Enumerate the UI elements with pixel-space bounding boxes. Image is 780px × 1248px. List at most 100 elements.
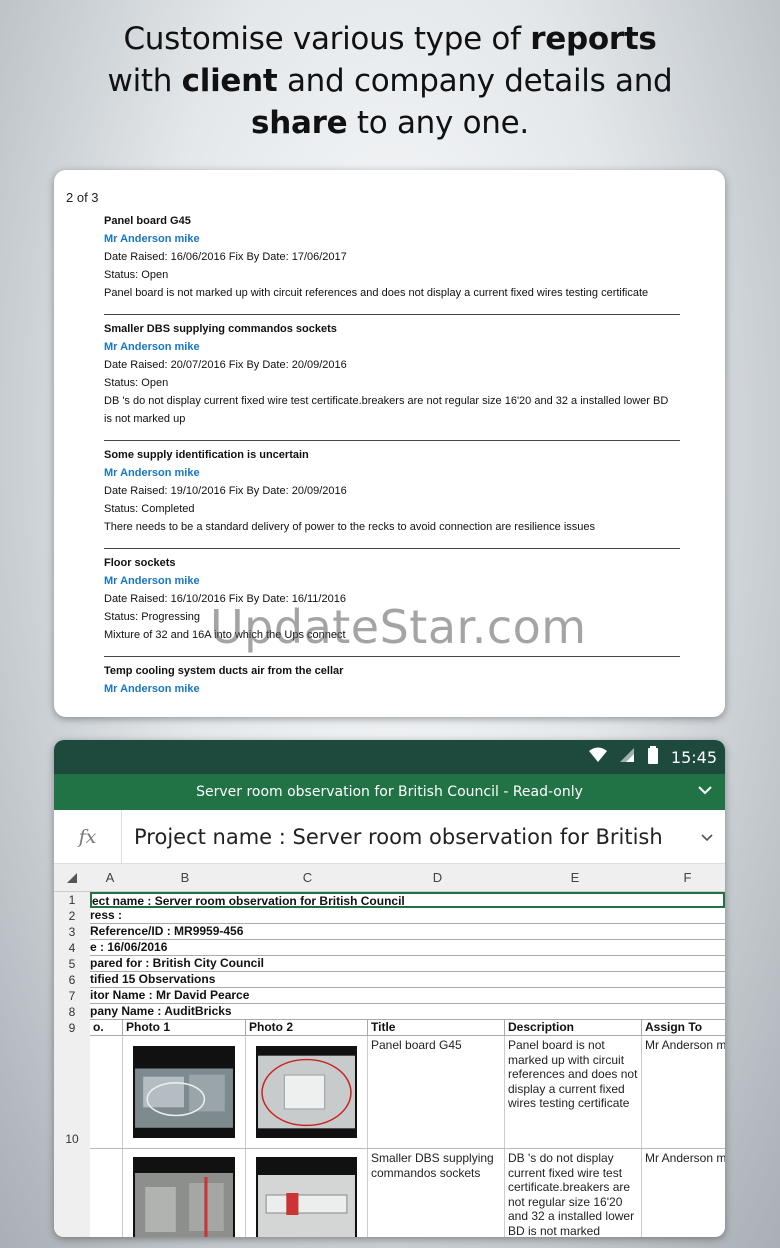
headline-bold: reports xyxy=(530,21,657,57)
wifi-icon xyxy=(588,747,607,768)
cell-title[interactable]: Panel board G45 xyxy=(367,1036,504,1148)
cell-auditor[interactable]: itor Name : Mr David Pearce xyxy=(90,988,725,1004)
select-all-corner[interactable] xyxy=(54,864,90,891)
cell-assign-to[interactable]: Mr Anderson m xyxy=(641,1036,725,1148)
clock: 15:45 xyxy=(670,747,717,767)
divider xyxy=(104,548,680,549)
observation-title: Panel board G45 xyxy=(104,215,191,227)
cell-photo1[interactable] xyxy=(122,1149,245,1237)
formula-value[interactable]: Project name : Server room observation f… xyxy=(122,825,689,849)
observation-dates: Date Raised: 19/10/2016 Fix By Date: 20/… xyxy=(104,485,347,497)
cell-description[interactable]: DB 's do not display current fixed wire … xyxy=(504,1149,641,1237)
cell-reference[interactable]: Reference/ID : MR9959-456 xyxy=(90,924,725,940)
chevron-down-icon[interactable] xyxy=(697,782,713,802)
headline-bold: client xyxy=(181,63,278,99)
observation-description: There needs to be a standard delivery of… xyxy=(104,521,595,533)
row-number[interactable]: 6 xyxy=(54,972,90,988)
observation-status: Status: Completed xyxy=(104,503,195,515)
headline-text: and company details and xyxy=(277,63,673,99)
cell-date[interactable]: e : 16/06/2016 xyxy=(90,940,725,956)
observation-assignee: Mr Anderson mike xyxy=(104,575,200,587)
cell-no[interactable] xyxy=(90,1149,122,1237)
observation-status: Status: Open xyxy=(104,377,169,389)
observation-item: Temp cooling system ducts air from the c… xyxy=(104,662,680,698)
observation-item: Some supply identification is uncertain … xyxy=(104,446,680,549)
divider xyxy=(104,314,680,315)
column-header-row: A B C D E F xyxy=(54,864,725,892)
cell-observation-count[interactable]: tified 15 Observations xyxy=(90,972,725,988)
row-number[interactable]: 3 xyxy=(54,924,90,940)
headline-bold: share xyxy=(251,105,348,141)
cell-prepared-for[interactable]: pared for : British City Council xyxy=(90,956,725,972)
column-header-b[interactable]: B xyxy=(130,864,240,891)
function-icon[interactable]: fx xyxy=(54,809,122,864)
photo-thumbnail xyxy=(256,1157,357,1237)
formula-bar[interactable]: fx Project name : Server room observatio… xyxy=(54,809,725,864)
chevron-down-icon[interactable] xyxy=(689,830,725,844)
row-number[interactable]: 1 xyxy=(54,892,90,908)
row-number[interactable]: 10 xyxy=(54,1036,90,1149)
row-number[interactable]: 8 xyxy=(54,1004,90,1020)
observation-description: Panel board is not marked up with circui… xyxy=(104,287,649,299)
page-count: 2 of 3 xyxy=(66,190,99,205)
observation-description: DB 's do not display current fixed wire … xyxy=(104,395,669,425)
observation-title: Floor sockets xyxy=(104,557,176,569)
photo-thumbnail xyxy=(256,1046,357,1138)
row-number[interactable]: 9 xyxy=(54,1020,90,1036)
observation-assignee: Mr Anderson mike xyxy=(104,467,200,479)
battery-icon xyxy=(647,745,659,769)
cell-photo2[interactable] xyxy=(245,1036,367,1148)
cell-photo1[interactable] xyxy=(122,1036,245,1148)
column-header-a[interactable]: A xyxy=(90,864,130,891)
column-header-c[interactable]: C xyxy=(240,864,375,891)
observation-status: Status: Open xyxy=(104,269,169,281)
cell-photo2[interactable] xyxy=(245,1149,367,1237)
cell-company[interactable]: pany Name : AuditBricks xyxy=(90,1004,725,1020)
row-number[interactable] xyxy=(54,1149,90,1237)
headline-text: Customise various type of xyxy=(123,21,531,57)
cell-title[interactable]: Smaller DBS supplying commandos sockets xyxy=(367,1149,504,1237)
observation-assignee: Mr Anderson mike xyxy=(104,233,200,245)
observation-assignee: Mr Anderson mike xyxy=(104,341,200,353)
photo-thumbnail xyxy=(133,1157,235,1237)
observation-item: Panel board G45 Mr Anderson mike Date Ra… xyxy=(104,212,680,315)
cell-project-name[interactable]: ect name : Server room observation for B… xyxy=(90,892,725,908)
spreadsheet-grid[interactable]: A B C D E F 1 2 3 4 5 6 7 8 9 10 ect nam… xyxy=(54,864,725,1237)
cell-description[interactable]: Panel board is not marked up with circui… xyxy=(504,1036,641,1148)
observation-dates: Date Raised: 16/06/2016 Fix By Date: 17/… xyxy=(104,251,347,263)
window-title-bar[interactable]: Server room observation for British Coun… xyxy=(54,774,725,810)
row-number[interactable]: 7 xyxy=(54,988,90,1004)
divider xyxy=(104,656,680,657)
row-number[interactable]: 2 xyxy=(54,908,90,924)
cell-address[interactable]: ress : xyxy=(90,908,725,924)
headline-text: with xyxy=(107,63,182,99)
cell-assign-to[interactable]: Mr Anderson m xyxy=(641,1149,725,1237)
observation-dates: Date Raised: 20/07/2016 Fix By Date: 20/… xyxy=(104,359,347,371)
column-header-e[interactable]: E xyxy=(500,864,650,891)
cell-no[interactable] xyxy=(90,1036,122,1148)
header-no[interactable]: o. xyxy=(90,1020,122,1035)
header-assign-to[interactable]: Assign To xyxy=(641,1020,725,1035)
observation-title: Smaller DBS supplying commandos sockets xyxy=(104,323,337,335)
observation-title: Temp cooling system ducts air from the c… xyxy=(104,665,344,677)
column-header-f[interactable]: F xyxy=(650,864,725,891)
spreadsheet-screen: 15:45 Server room observation for Britis… xyxy=(54,740,725,1237)
table-row[interactable]: Smaller DBS supplying commandos sockets … xyxy=(90,1149,725,1237)
table-header-row: o. Photo 1 Photo 2 Title Description Ass… xyxy=(90,1020,725,1036)
window-title: Server room observation for British Coun… xyxy=(196,784,583,800)
photo-thumbnail xyxy=(133,1046,235,1138)
row-number[interactable]: 5 xyxy=(54,956,90,972)
column-header-d[interactable]: D xyxy=(375,864,500,891)
header-photo2[interactable]: Photo 2 xyxy=(245,1020,367,1035)
header-description[interactable]: Description xyxy=(504,1020,641,1035)
observation-item: Smaller DBS supplying commandos sockets … xyxy=(104,320,680,441)
signal-icon xyxy=(619,747,635,768)
table-row[interactable]: Panel board G45 Panel board is not marke… xyxy=(90,1036,725,1149)
row-number[interactable]: 4 xyxy=(54,940,90,956)
watermark: UpdateStar.com xyxy=(210,600,587,654)
header-photo1[interactable]: Photo 1 xyxy=(122,1020,245,1035)
observation-assignee: Mr Anderson mike xyxy=(104,683,200,695)
observation-title: Some supply identification is uncertain xyxy=(104,449,309,461)
headline: Customise various type of reports with c… xyxy=(0,18,780,144)
header-title[interactable]: Title xyxy=(367,1020,504,1035)
